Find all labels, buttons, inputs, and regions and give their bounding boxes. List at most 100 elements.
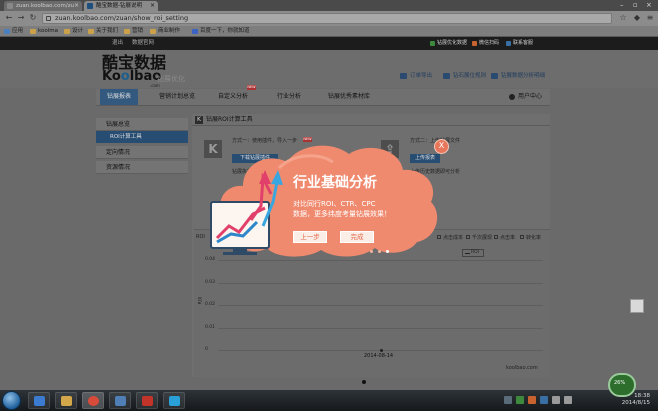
y-tick-label: 0.02 bbox=[205, 302, 216, 307]
bookmark-apps[interactable]: 应用 bbox=[4, 27, 23, 36]
guide-step-dot[interactable] bbox=[370, 250, 373, 253]
address-bar[interactable]: zuan.koolbao.com/zuan/show_roi_setting bbox=[42, 13, 612, 24]
sidebar-item-resources[interactable]: 资源情况 bbox=[96, 161, 188, 174]
chart-tab-cpm[interactable]: 千次展现 bbox=[466, 234, 492, 241]
link-label: 钻展数据分析明细 bbox=[501, 73, 546, 79]
bookmark-label: 营销 bbox=[132, 28, 144, 34]
k-logo-icon: K bbox=[195, 116, 203, 124]
taskbar-app[interactable] bbox=[109, 392, 131, 409]
side-feedback-widget[interactable] bbox=[630, 299, 644, 313]
bookmark-label: 百度一下，你就知道 bbox=[200, 28, 250, 34]
checkbox-icon bbox=[466, 235, 470, 239]
wechat-button[interactable]: 微信扫码 bbox=[470, 39, 502, 48]
nav-tab-report[interactable]: 钻展报表 bbox=[100, 89, 138, 105]
guide-done-button[interactable]: 完成 bbox=[340, 231, 374, 243]
chart-gridline bbox=[218, 260, 543, 261]
chart-tab-cvr[interactable]: 转化率 bbox=[520, 234, 541, 241]
tray-icon[interactable] bbox=[504, 396, 512, 404]
bookmark-folder[interactable]: 设计 bbox=[64, 27, 83, 36]
apps-icon bbox=[4, 29, 10, 34]
site-header: 酷宝数据 Koolbao .com 钻展优化 订单导出 钻石展位规则 钻展数据分… bbox=[0, 50, 658, 88]
logout-link[interactable]: 退出 bbox=[112, 39, 123, 48]
tab-close-icon[interactable]: × bbox=[150, 1, 155, 11]
nav-tab-industry[interactable]: 行业分析 bbox=[268, 89, 310, 105]
browser-toolbar: ← → ↻ zuan.koolbao.com/zuan/show_roi_set… bbox=[0, 11, 658, 26]
user-center-link[interactable]: 用户中心 bbox=[508, 89, 542, 105]
volume-icon[interactable] bbox=[564, 396, 572, 404]
guide-step-dot-active[interactable] bbox=[386, 250, 389, 253]
forward-icon[interactable]: → bbox=[16, 13, 26, 23]
net-value: 26% bbox=[614, 380, 626, 386]
chrome-icon bbox=[88, 396, 99, 406]
header-link-rules[interactable]: 钻石展位规则 bbox=[443, 72, 486, 80]
chart-tab-ctr[interactable]: 点击率 bbox=[494, 234, 515, 241]
checkbox-icon bbox=[520, 235, 524, 239]
header-link-analysis[interactable]: 钻展数据分析明细 bbox=[491, 72, 545, 80]
wechat-icon bbox=[472, 41, 477, 46]
bookmark-folder[interactable]: 营销 bbox=[124, 27, 143, 36]
sidebar-item-roi-tool[interactable]: ROI计算工具 bbox=[96, 131, 188, 143]
sidebar-item-targeting[interactable]: 定向情况 bbox=[96, 146, 188, 159]
nav-tab-creative-library[interactable]: 钻展优秀素材库 bbox=[320, 89, 378, 105]
link-label: 订单导出 bbox=[410, 73, 433, 79]
taskbar-app[interactable] bbox=[55, 392, 77, 409]
taskbar-app[interactable] bbox=[163, 392, 185, 409]
menu-icon[interactable]: ≡ bbox=[645, 13, 655, 23]
network-icon[interactable] bbox=[552, 396, 560, 404]
chart-tab-roi[interactable]: ROI bbox=[196, 234, 205, 240]
site-top-strip: 退出 数据官网 钻展优化数据 微信扫码 联系客服 bbox=[0, 37, 658, 50]
bookmark-folder[interactable]: koolma bbox=[30, 27, 58, 36]
chart-legend[interactable]: ROI bbox=[462, 249, 484, 257]
logo-part: Ko bbox=[102, 69, 121, 84]
reload-icon[interactable]: ↻ bbox=[28, 13, 38, 23]
browser-tab-active[interactable]: 酷宝数据-钻展说明 × bbox=[84, 1, 158, 11]
sidebar-item-overview[interactable]: 钻展总览 bbox=[96, 118, 188, 131]
tray-icon[interactable] bbox=[516, 396, 524, 404]
star-icon[interactable]: ☆ bbox=[618, 13, 628, 23]
legend-label: ROI bbox=[471, 250, 479, 255]
back-icon[interactable]: ← bbox=[4, 13, 14, 23]
folder-icon bbox=[61, 396, 72, 406]
bookmark-label: koolma bbox=[38, 28, 58, 34]
nav-tab-plan-overview[interactable]: 营销计划总览 bbox=[152, 89, 202, 105]
app-icon bbox=[142, 396, 153, 406]
export-icon bbox=[400, 73, 407, 79]
taskbar-app-active[interactable] bbox=[82, 392, 104, 409]
contact-service-button[interactable]: 联系客服 bbox=[504, 39, 536, 48]
chart-data-point[interactable] bbox=[380, 349, 383, 352]
tab-label: 转化率 bbox=[526, 235, 542, 241]
bookmark-folder[interactable]: 关于我们 bbox=[88, 27, 118, 36]
guide-step-dot[interactable] bbox=[378, 250, 381, 253]
bookmark-label: 设计 bbox=[72, 28, 84, 34]
guide-close-button[interactable]: X bbox=[434, 139, 449, 154]
tab-label: zuan.koolbao.com/zu bbox=[16, 3, 75, 9]
browser-tab[interactable]: zuan.koolbao.com/zu × bbox=[4, 1, 82, 11]
tray-icon[interactable] bbox=[540, 396, 548, 404]
nav-tab-custom-analysis[interactable]: 自定义分析 bbox=[208, 89, 258, 105]
start-button[interactable] bbox=[2, 391, 21, 410]
optimize-data-button[interactable]: 钻展优化数据 bbox=[428, 39, 470, 48]
taskbar-app[interactable] bbox=[136, 392, 158, 409]
bookmark-label: 商业制作 bbox=[158, 28, 181, 34]
official-site-link[interactable]: 数据官网 bbox=[132, 39, 154, 48]
bookmark-folder[interactable]: 商业制作 bbox=[150, 27, 180, 36]
header-link-export[interactable]: 订单导出 bbox=[400, 72, 432, 80]
taskbar-app[interactable] bbox=[28, 392, 50, 409]
maximize-icon[interactable]: ▫ bbox=[633, 0, 638, 10]
button-label: 钻展优化数据 bbox=[437, 40, 468, 46]
bookmark-link[interactable]: 百度一下，你就知道 bbox=[192, 27, 250, 36]
extension-icon[interactable]: ◆ bbox=[632, 13, 642, 23]
chart-gridline bbox=[218, 305, 543, 306]
user-icon bbox=[508, 94, 515, 100]
y-tick-label: 0 bbox=[205, 347, 208, 352]
folder-icon bbox=[150, 29, 156, 34]
rules-icon bbox=[443, 73, 450, 79]
minimize-icon[interactable]: – bbox=[620, 0, 624, 10]
system-tray: 18:38 2014/8/15 bbox=[498, 390, 658, 411]
tray-icon[interactable] bbox=[528, 396, 536, 404]
network-speed-widget[interactable]: 26% bbox=[608, 373, 636, 397]
window-close-icon[interactable]: × bbox=[646, 0, 652, 10]
guide-prev-button[interactable]: 上一步 bbox=[293, 231, 327, 243]
tab-close-icon[interactable]: × bbox=[74, 1, 79, 11]
page-icon bbox=[46, 16, 51, 21]
